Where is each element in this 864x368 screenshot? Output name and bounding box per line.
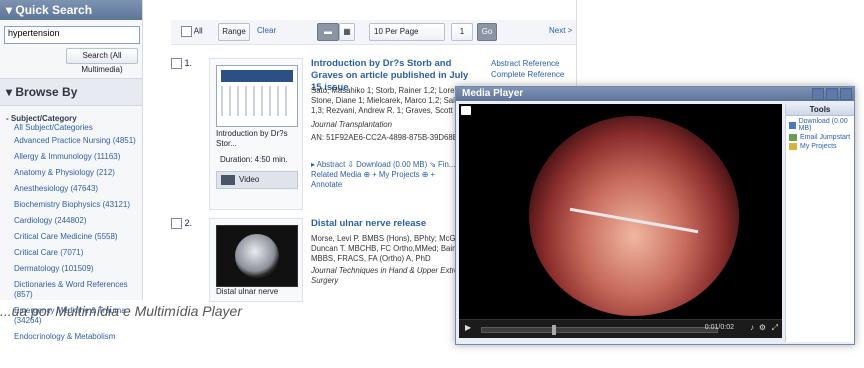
play-icon[interactable]: ▶ bbox=[465, 323, 471, 332]
checkbox[interactable] bbox=[171, 218, 182, 230]
checkbox[interactable] bbox=[181, 26, 192, 37]
per-page-select[interactable]: 10 Per Page bbox=[369, 23, 445, 41]
thumb-chart bbox=[221, 86, 293, 116]
download-icon bbox=[789, 121, 796, 129]
select-all[interactable]: All bbox=[181, 26, 203, 37]
menu-icon[interactable] bbox=[461, 106, 471, 115]
tool-projects[interactable]: My Projects bbox=[786, 141, 854, 150]
tool-download[interactable]: Download (0.00 MB) bbox=[786, 116, 854, 132]
tools-panel: Tools Download (0.00 MB) Email Jumpstart… bbox=[785, 104, 854, 342]
subject-item[interactable]: Anesthesiology (47643) bbox=[14, 184, 136, 194]
thumb-caption: Introduction by Dr?s Stor... bbox=[216, 129, 288, 148]
thumbnail-card[interactable]: Introduction by Dr?s Stor... Duration: 4… bbox=[209, 58, 303, 210]
volume-icon[interactable]: ♪ bbox=[750, 323, 754, 332]
player-controls: ▶ 0:01/0:02 ♪ ⚙ ⤢ bbox=[459, 319, 782, 338]
film-icon bbox=[221, 175, 235, 185]
video-badge[interactable]: Video bbox=[216, 171, 298, 189]
abstract-reference-link[interactable]: Abstract Reference bbox=[491, 58, 576, 69]
range-button[interactable]: Range bbox=[218, 23, 250, 41]
result-number[interactable]: 1. bbox=[171, 58, 192, 70]
subject-item[interactable]: Allergy & Immunology (11163) bbox=[14, 152, 136, 162]
duration: Duration: 4:50 min. bbox=[220, 155, 288, 164]
thumb-header bbox=[221, 70, 293, 82]
subject-heading[interactable]: - Subject/Category bbox=[6, 114, 136, 123]
video-thumbnail[interactable] bbox=[216, 225, 298, 287]
email-icon bbox=[789, 134, 797, 141]
seek-handle[interactable] bbox=[552, 325, 556, 335]
list-view-icon[interactable]: ▬ bbox=[317, 23, 339, 41]
left-sidebar: ▾ Quick Search hypertension Search (All … bbox=[0, 0, 143, 341]
close-icon[interactable] bbox=[840, 88, 852, 100]
complete-reference-link[interactable]: Complete Reference bbox=[491, 69, 576, 80]
player-titlebar[interactable]: Media Player bbox=[456, 87, 854, 101]
tool-email[interactable]: Email Jumpstart bbox=[786, 132, 854, 141]
browse-by-header[interactable]: ▾ Browse By bbox=[0, 78, 142, 106]
subject-item[interactable]: Dermatology (101509) bbox=[14, 264, 136, 274]
search-input[interactable]: hypertension bbox=[4, 26, 140, 44]
result-number[interactable]: 2. bbox=[171, 218, 192, 230]
subject-item[interactable]: Cardiology (244802) bbox=[14, 216, 136, 226]
go-button[interactable]: Go bbox=[477, 23, 497, 41]
time-display: 0:01/0:02 bbox=[704, 324, 734, 331]
minimize-icon[interactable] bbox=[812, 88, 824, 100]
subject-item[interactable]: Dictionaries & Word References (857) bbox=[14, 280, 136, 300]
quick-search-header[interactable]: ▾ Quick Search bbox=[0, 0, 142, 20]
thumb-caption: Distal ulnar nerve bbox=[216, 287, 279, 296]
seek-bar[interactable] bbox=[481, 325, 718, 335]
caption-text: ...ua por Multimídia e Multimídia Player bbox=[0, 303, 242, 319]
window-buttons bbox=[810, 88, 852, 102]
clear-link[interactable]: Clear bbox=[257, 26, 276, 35]
subject-item[interactable]: Biochemistry Biophysics (43121) bbox=[14, 200, 136, 210]
maximize-icon[interactable] bbox=[826, 88, 838, 100]
checkbox[interactable] bbox=[171, 58, 182, 70]
tools-header: Tools bbox=[786, 104, 854, 116]
reference-links: Abstract Reference Complete Reference bbox=[491, 58, 576, 80]
all-subjects-link[interactable]: All Subject/Categories bbox=[14, 123, 136, 132]
subject-item[interactable]: Advanced Practice Nursing (4851) bbox=[14, 136, 136, 146]
subject-item[interactable]: Anatomy & Physiology (212) bbox=[14, 168, 136, 178]
folder-icon bbox=[789, 143, 797, 150]
page-number-input[interactable]: 1 bbox=[451, 23, 473, 41]
subject-item[interactable]: Endocrinology & Metabolism bbox=[14, 332, 136, 342]
article-thumbnail[interactable] bbox=[216, 65, 298, 127]
results-toolbar: All Range Clear ▬ ▦ 10 Per Page 1 Go Nex… bbox=[171, 20, 576, 45]
subject-item[interactable]: Critical Care (7071) bbox=[14, 248, 136, 258]
media-player-window: Media Player ▶ 0:01/0:02 ♪ ⚙ ⤢ Tools Dow… bbox=[455, 86, 855, 345]
player-title: Media Player bbox=[462, 88, 524, 99]
subject-item[interactable]: Critical Care Medicine (5558) bbox=[14, 232, 136, 242]
endoscopic-video-frame bbox=[529, 116, 739, 316]
video-viewport[interactable]: ▶ 0:01/0:02 ♪ ⚙ ⤢ bbox=[459, 104, 782, 338]
next-link[interactable]: Next > bbox=[549, 26, 572, 35]
settings-icon[interactable]: ⚙ bbox=[759, 323, 766, 332]
thumb-image-content bbox=[235, 234, 279, 278]
fullscreen-icon[interactable]: ⤢ bbox=[772, 323, 778, 333]
search-button[interactable]: Search (All Multimedia) bbox=[66, 48, 138, 74]
thumbnail-card[interactable]: Distal ulnar nerve bbox=[209, 218, 303, 302]
grid-view-icon[interactable]: ▦ bbox=[339, 23, 355, 41]
